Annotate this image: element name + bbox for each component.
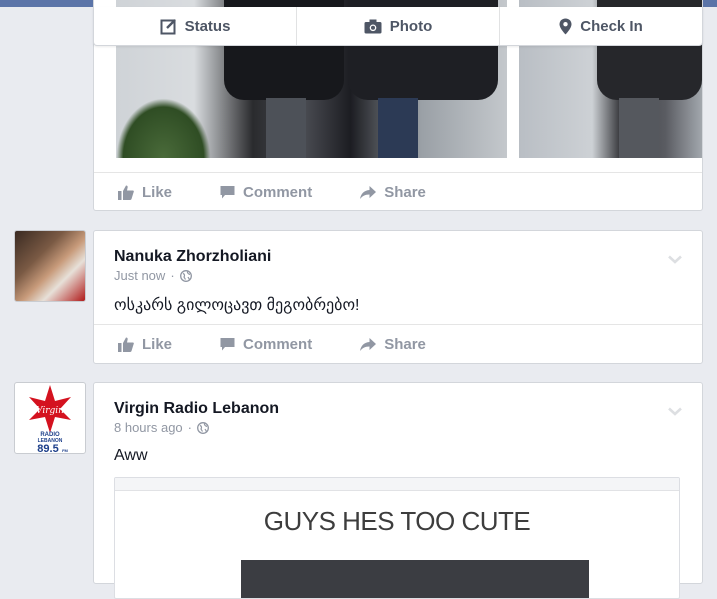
virgin-radio-logo-avatar[interactable]: Virgin RADIO LEBANON 89.5 FM bbox=[14, 382, 86, 454]
share-arrow-icon bbox=[360, 337, 377, 351]
meta-separator: · bbox=[187, 420, 193, 435]
comment-button[interactable]: Comment bbox=[220, 184, 312, 201]
svg-text:89.5: 89.5 bbox=[37, 443, 58, 453]
post-options-chevron-icon[interactable] bbox=[668, 403, 682, 421]
post-card: Virgin Radio Lebanon 8 hours ago · Aww G… bbox=[93, 382, 703, 599]
post-actions: Like Comment Share bbox=[94, 324, 702, 363]
like-label: Like bbox=[142, 183, 173, 201]
globe-icon bbox=[197, 421, 209, 434]
virgin-star-logo-icon: Virgin RADIO LEBANON 89.5 FM bbox=[29, 385, 71, 453]
location-pin-icon bbox=[559, 18, 572, 35]
share-arrow-icon bbox=[360, 185, 377, 199]
svg-text:FM: FM bbox=[62, 448, 68, 453]
shared-image-top-strip bbox=[115, 478, 679, 491]
photo-bush bbox=[116, 98, 211, 158]
post-timestamp[interactable]: 8 hours ago bbox=[114, 420, 183, 435]
check-in-button[interactable]: Check In bbox=[500, 7, 702, 45]
like-button[interactable]: Like bbox=[118, 336, 172, 353]
pencil-icon bbox=[160, 18, 177, 35]
photo-legs bbox=[266, 98, 306, 158]
like-button[interactable]: Like bbox=[118, 184, 172, 201]
thumbs-up-icon bbox=[118, 337, 134, 352]
post-author[interactable]: Virgin Radio Lebanon bbox=[114, 400, 279, 418]
avatar[interactable] bbox=[14, 230, 86, 302]
post-timestamp[interactable]: Just now bbox=[114, 268, 165, 283]
share-label: Share bbox=[384, 183, 426, 201]
post-text: ოსკარს გილოცავთ მეგობრებო! bbox=[114, 297, 360, 314]
share-button[interactable]: Share bbox=[360, 184, 426, 201]
comment-label: Comment bbox=[243, 335, 313, 353]
comment-label: Comment bbox=[243, 183, 313, 201]
post-meta: Just now · bbox=[114, 268, 192, 283]
share-button[interactable]: Share bbox=[360, 336, 426, 353]
status-button[interactable]: Status bbox=[94, 7, 297, 45]
shared-image-caption: GUYS HES TOO CUTE bbox=[263, 506, 531, 536]
like-label: Like bbox=[142, 335, 173, 353]
svg-text:Virgin: Virgin bbox=[36, 406, 64, 416]
shared-image-photo bbox=[241, 560, 589, 598]
post-author[interactable]: Nanuka Zhorzholiani bbox=[114, 248, 271, 266]
meta-separator: · bbox=[170, 268, 175, 283]
comment-icon bbox=[220, 185, 235, 199]
share-label: Share bbox=[384, 335, 426, 353]
camera-icon bbox=[364, 19, 382, 34]
post-actions: Like Comment Share bbox=[94, 172, 702, 211]
comment-icon bbox=[220, 337, 235, 351]
photo-legs bbox=[619, 98, 659, 158]
shared-image[interactable]: GUYS HES TOO CUTE bbox=[114, 477, 680, 599]
post-meta: 8 hours ago · bbox=[114, 420, 209, 435]
thumbs-up-icon bbox=[118, 185, 134, 200]
globe-icon bbox=[179, 269, 192, 282]
status-composer: Status Photo Check In bbox=[93, 7, 703, 46]
photo-button[interactable]: Photo bbox=[297, 7, 500, 45]
post-options-chevron-icon[interactable] bbox=[668, 251, 682, 269]
photo-label: Photo bbox=[389, 17, 433, 35]
check-in-label: Check In bbox=[580, 17, 643, 35]
status-label: Status bbox=[184, 17, 231, 35]
post-text: Aww bbox=[114, 447, 148, 464]
post-card: Nanuka Zhorzholiani Just now · ოსკარს გი… bbox=[93, 230, 703, 364]
comment-button[interactable]: Comment bbox=[220, 336, 312, 353]
photo-legs bbox=[378, 98, 418, 158]
